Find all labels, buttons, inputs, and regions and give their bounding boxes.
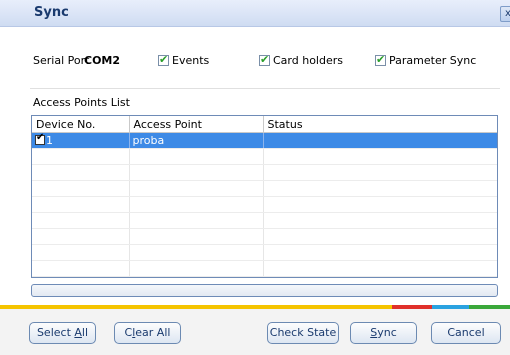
empty-cell [32, 228, 130, 245]
parameter-sync-label: Parameter Sync [389, 54, 477, 67]
empty-cell [263, 260, 497, 277]
empty-cell [263, 180, 497, 197]
serial-port-value: COM2 [84, 54, 121, 67]
empty-row [32, 212, 497, 229]
card-holders-checkbox[interactable]: Card holders [259, 53, 343, 67]
access-points-grid[interactable]: Device No. Access Point Status 1 proba [31, 115, 498, 278]
empty-cell [129, 148, 264, 165]
card-holders-check-icon[interactable] [259, 53, 270, 66]
title-bar: Sync x [0, 0, 510, 27]
column-access-point[interactable]: Access Point [129, 116, 264, 133]
sync-progress-bar [31, 284, 498, 297]
empty-cell [32, 180, 130, 197]
empty-cell [129, 180, 264, 197]
empty-cell [32, 260, 130, 277]
empty-cell [263, 244, 497, 261]
sync-button[interactable]: Sync [350, 322, 417, 344]
events-checkbox[interactable]: Events [158, 53, 210, 67]
events-label: Events [172, 54, 210, 67]
close-button[interactable]: x [500, 6, 510, 22]
empty-cell [129, 196, 264, 213]
grid-header-row: Device No. Access Point Status [32, 116, 497, 133]
empty-cell [263, 148, 497, 165]
cell-device-no[interactable]: 1 [32, 132, 130, 149]
parameter-sync-checkbox[interactable]: Parameter Sync [375, 53, 477, 67]
clear-all-button[interactable]: Clear All [114, 322, 181, 344]
check-state-button[interactable]: Check State [267, 322, 339, 344]
events-check-icon[interactable] [158, 53, 169, 66]
serial-port-label: Serial Port [33, 54, 90, 67]
empty-row [32, 244, 497, 261]
empty-cell [263, 196, 497, 213]
empty-row [32, 164, 497, 181]
row-checkbox[interactable] [35, 132, 45, 145]
empty-cell [263, 164, 497, 181]
table-row[interactable]: 1 proba [32, 132, 497, 149]
column-device-no[interactable]: Device No. [32, 116, 130, 133]
window-title: Sync [34, 5, 69, 20]
empty-cell [32, 196, 130, 213]
empty-row [32, 180, 497, 197]
empty-cell [129, 260, 264, 277]
divider [30, 88, 500, 89]
select-all-button[interactable]: Select All [29, 322, 96, 344]
empty-row [32, 228, 497, 245]
empty-cell [32, 148, 130, 165]
parameter-sync-check-icon[interactable] [375, 53, 386, 66]
empty-row [32, 196, 497, 213]
empty-cell [263, 212, 497, 229]
cell-access-point[interactable]: proba [129, 132, 264, 149]
empty-row [32, 260, 497, 277]
column-status[interactable]: Status [263, 116, 497, 133]
empty-cell [263, 228, 497, 245]
empty-cell [32, 164, 130, 181]
cell-status[interactable] [263, 132, 497, 149]
empty-cell [129, 244, 264, 261]
empty-cell [129, 164, 264, 181]
device-no-text: 1 [46, 134, 53, 147]
empty-cell [32, 212, 130, 229]
card-holders-label: Card holders [273, 54, 343, 67]
empty-cell [129, 228, 264, 245]
empty-row [32, 148, 497, 165]
empty-cell [32, 244, 130, 261]
empty-cell [129, 212, 264, 229]
options-panel: Serial Port COM2 Events Card holders Par… [0, 27, 510, 85]
cancel-button[interactable]: Cancel [431, 322, 501, 344]
access-points-list-label: Access Points List [33, 96, 130, 109]
